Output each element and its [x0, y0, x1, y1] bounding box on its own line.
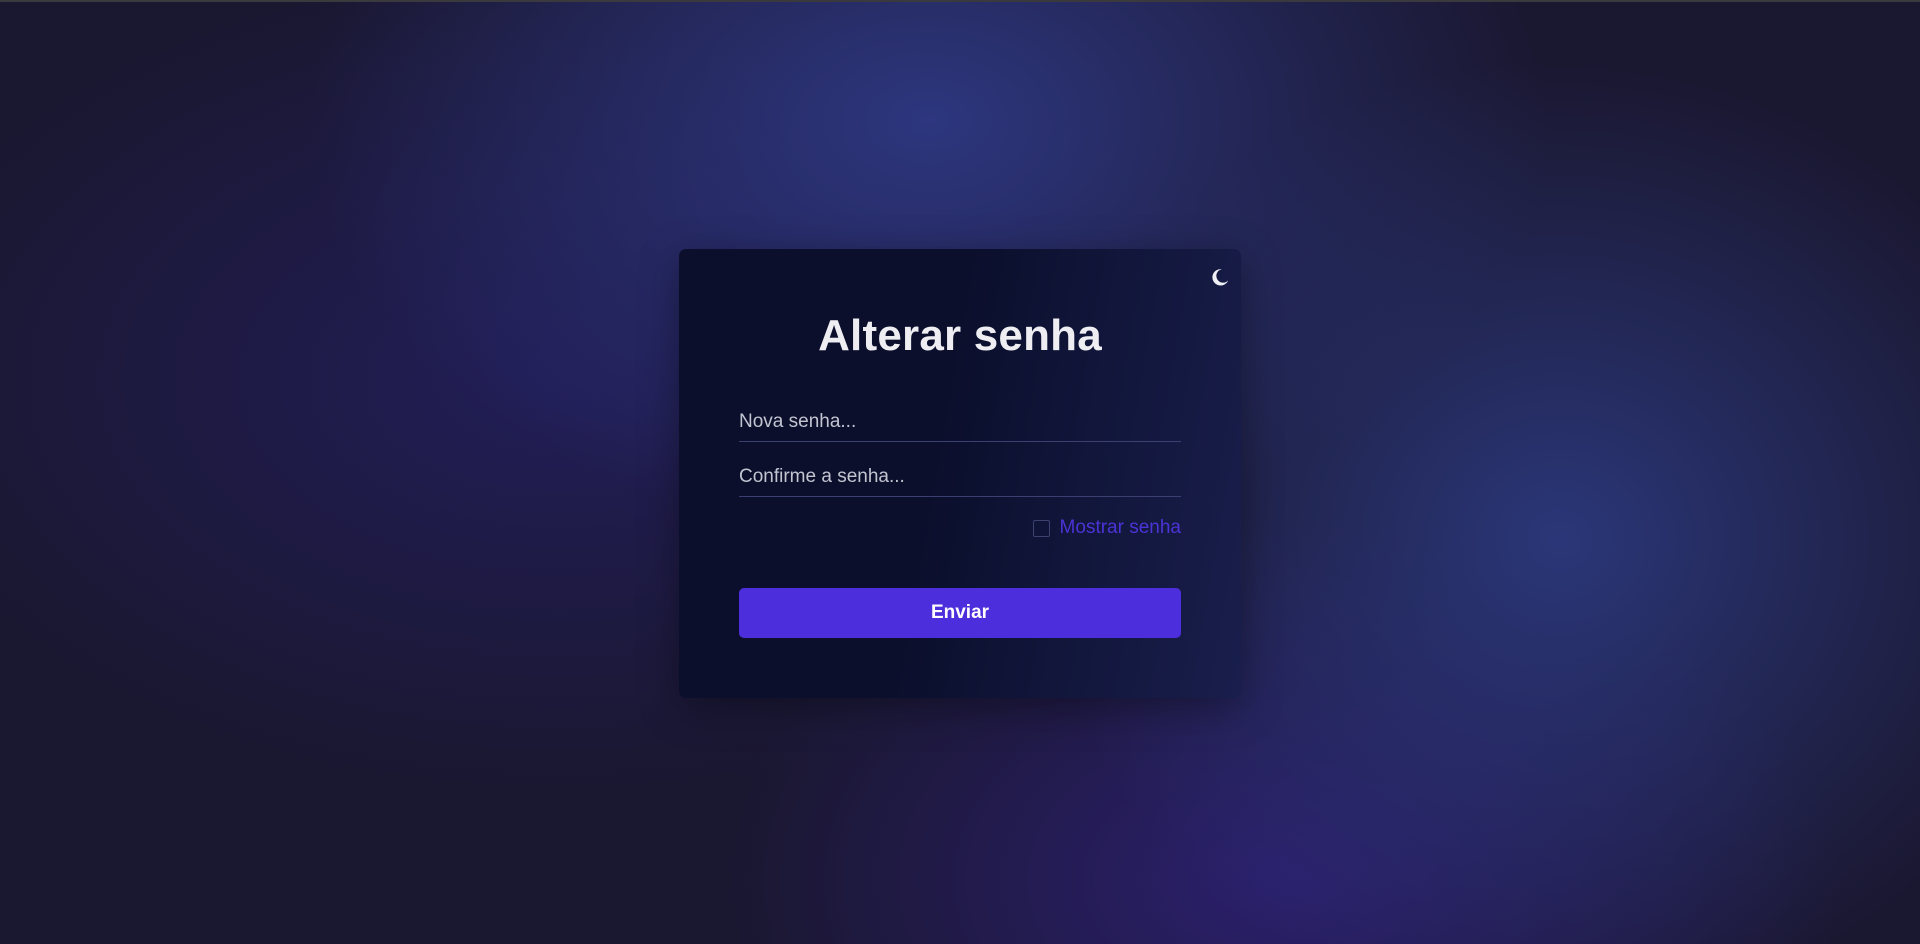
show-password-label[interactable]: Mostrar senha: [1060, 517, 1181, 539]
window-top-border: [0, 0, 1920, 2]
confirm-password-input[interactable]: [739, 457, 1181, 497]
change-password-card: Alterar senha Mostrar senha Enviar: [679, 249, 1241, 698]
theme-toggle-button[interactable]: [1208, 265, 1232, 289]
new-password-input[interactable]: [739, 402, 1181, 442]
page-title: Alterar senha: [818, 311, 1102, 360]
moon-icon: [1212, 269, 1229, 286]
show-password-toggle[interactable]: Mostrar senha: [1025, 517, 1181, 539]
submit-button[interactable]: Enviar: [739, 588, 1181, 638]
show-password-checkbox[interactable]: [1032, 519, 1050, 537]
